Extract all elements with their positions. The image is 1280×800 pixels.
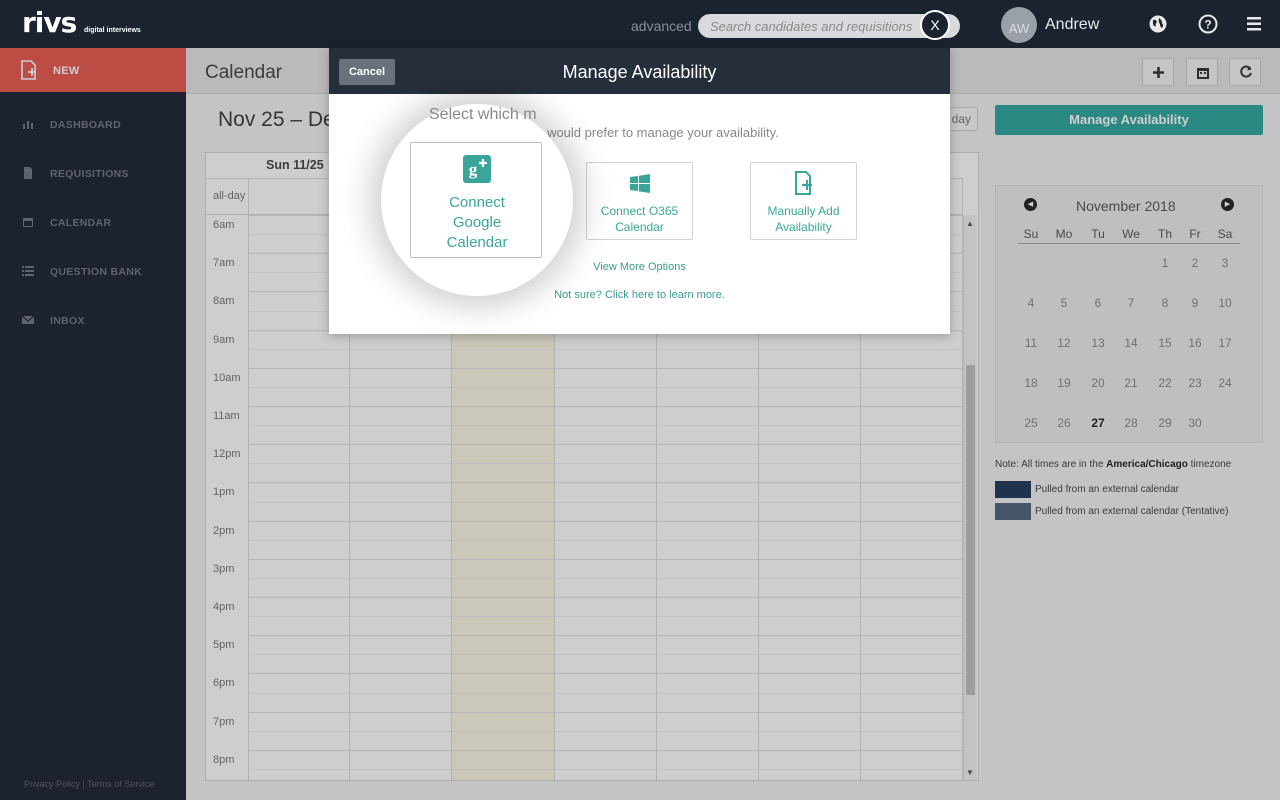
globe-icon[interactable] (1148, 14, 1168, 34)
help-icon[interactable]: ? (1198, 14, 1218, 34)
spotlight-subtitle-fragment: Select which m (429, 106, 537, 123)
svg-text:g: g (469, 160, 478, 179)
o365-label-line1: Connect O365 (600, 204, 679, 218)
user-name[interactable]: Andrew (1045, 16, 1099, 34)
learn-more-link[interactable]: Not sure? Click here to learn more. (329, 289, 950, 301)
svg-text:?: ? (1204, 18, 1211, 32)
avatar[interactable]: AW (1001, 7, 1037, 43)
manual-label-line2: Availability (775, 220, 832, 234)
menu-icon[interactable] (1244, 14, 1264, 34)
logo-subtitle: digital interviews (84, 27, 141, 34)
google-option-label: Connect Google Calendar (411, 193, 543, 253)
top-bar: rivs digital interviews advanced AW Andr… (0, 0, 1280, 48)
logo[interactable]: rivs (22, 8, 77, 38)
o365-label-line2: Calendar (615, 220, 664, 234)
close-tour-button[interactable]: X (920, 10, 950, 40)
advanced-search-link[interactable]: advanced (631, 18, 692, 34)
google-label-line3: Calendar (446, 234, 508, 251)
modal-title: Manage Availability (562, 62, 717, 82)
google-plus-icon: g (463, 155, 491, 183)
connect-google-calendar-option[interactable]: g Connect Google Calendar (410, 142, 542, 258)
windows-icon (630, 174, 650, 193)
connect-o365-option[interactable]: Connect O365 Calendar (586, 162, 693, 240)
add-document-icon (795, 171, 812, 195)
google-label-line1: Connect (449, 194, 505, 211)
google-label-line2: Google (452, 214, 502, 231)
modal-header: Cancel Manage Availability (329, 48, 950, 94)
manual-label-line1: Manually Add (767, 204, 840, 218)
manual-availability-option[interactable]: Manually Add Availability (750, 162, 857, 240)
